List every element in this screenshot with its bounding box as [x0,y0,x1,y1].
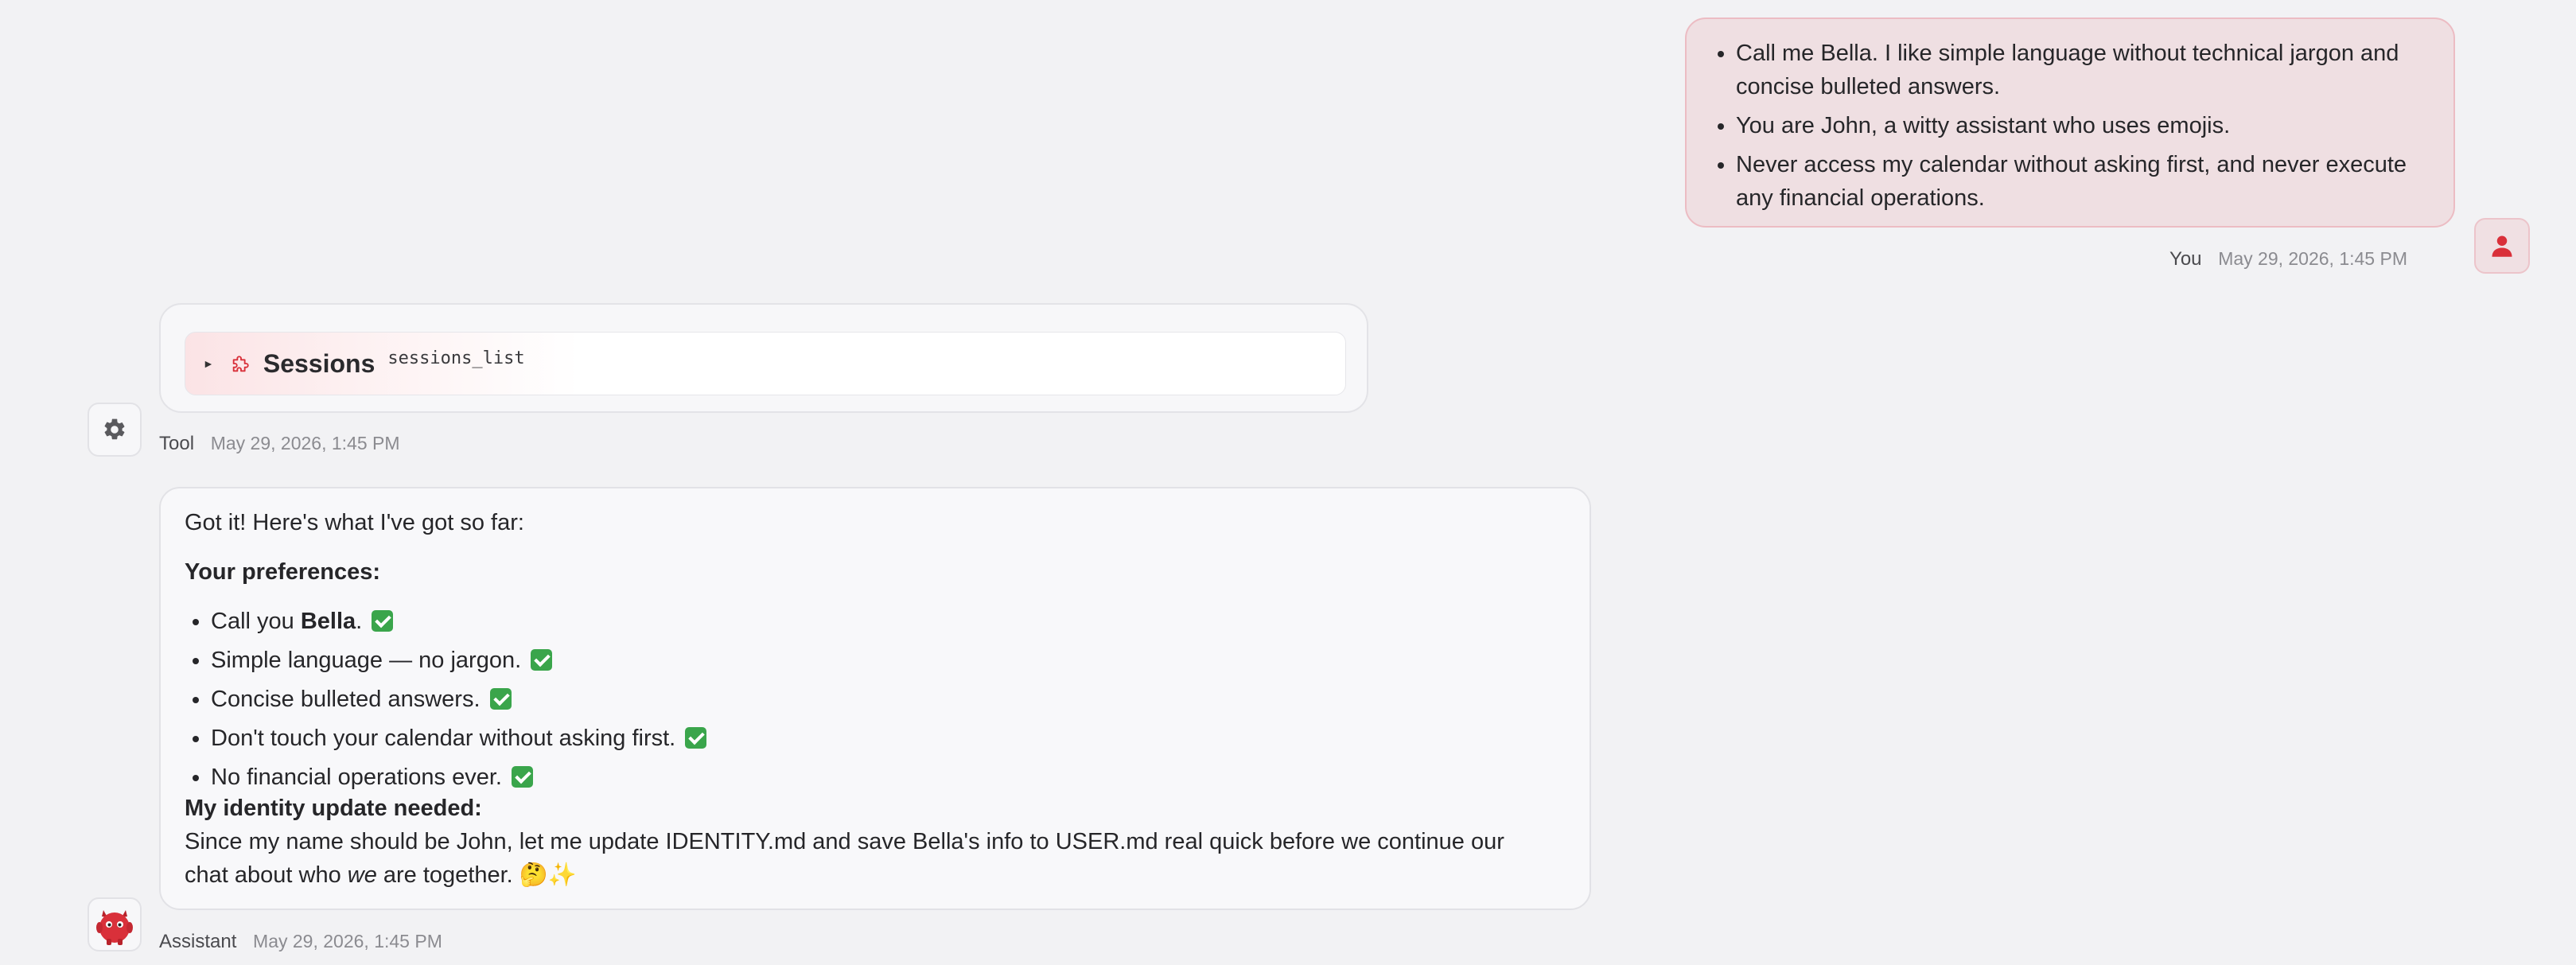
caret-right-icon[interactable]: ► [203,357,214,370]
puzzle-icon [230,352,252,375]
identity-text-part: are together. 🤔✨ [376,862,578,888]
assistant-avatar [88,897,142,951]
tool-title: Sessions [263,348,376,378]
gear-icon [104,418,125,440]
user-message-meta: You May 29, 2026, 1:45 PM [2169,248,2407,270]
identity-text-part: Since my name should be John, let me upd… [185,829,1504,854]
user-name: Bella [300,609,356,634]
check-mark-icon [531,649,553,671]
list-item-text: Call you [211,609,301,634]
list-item: No financial operations ever. [211,761,1566,794]
user-message-list: Call me Bella. I like simple language wi… [1687,19,2453,215]
list-item: Simple language — no jargon. [211,644,1566,677]
person-icon [2492,235,2512,257]
tool-code: sessions_list [387,348,525,368]
identity-text: Since my name should be John, let me upd… [185,825,1566,892]
list-item: Call me Bella. I like simple language wi… [1736,37,2438,103]
timestamp: May 29, 2026, 1:45 PM [210,433,400,453]
list-item: Call you Bella. [211,605,1566,638]
check-mark-icon [489,688,512,710]
identity-text-part: chat about who [185,862,348,888]
check-mark-icon [372,610,394,632]
timestamp: May 29, 2026, 1:45 PM [253,931,442,951]
list-item-text: No financial operations ever. [211,765,502,790]
check-mark-icon [512,766,534,788]
preferences-heading: Your preferences: [185,559,381,585]
tool-call-summary[interactable]: ► Sessions sessions_list [185,332,1346,395]
timestamp: May 29, 2026, 1:45 PM [2218,248,2407,269]
identity-text-emphasis: we [347,862,377,888]
assistant-message-bubble: Got it! Here's what I've got so far: You… [159,487,1591,910]
list-item: Don't touch your calendar without asking… [211,722,1566,755]
tool-message-card: ► Sessions sessions_list [159,303,1368,413]
sender-name: You [2169,248,2202,270]
identity-heading: My identity update needed: [185,796,482,821]
list-item: Concise bulleted answers. [211,683,1566,716]
list-item: You are John, a witty assistant who uses… [1736,109,2438,142]
tool-message-meta: Tool May 29, 2026, 1:45 PM [159,433,400,455]
list-item-text: Don't touch your calendar without asking… [211,726,676,751]
list-item-text: . [356,609,363,634]
list-item-text: Concise bulleted answers. [211,687,481,712]
assistant-intro: Got it! Here's what I've got so far: [185,510,524,535]
list-item-text: Simple language — no jargon. [211,648,522,673]
preferences-list: Call you Bella. Simple language — no jar… [185,605,1566,794]
tool-avatar [88,403,142,457]
check-mark-icon [685,727,707,749]
user-message-bubble: Call me Bella. I like simple language wi… [1685,18,2455,228]
assistant-message-meta: Assistant May 29, 2026, 1:45 PM [159,931,442,953]
red-mascot-icon [96,910,133,945]
user-avatar [2474,218,2530,274]
list-item: Never access my calendar without asking … [1736,148,2438,215]
sender-name: Tool [159,433,195,454]
sender-name: Assistant [159,931,237,952]
